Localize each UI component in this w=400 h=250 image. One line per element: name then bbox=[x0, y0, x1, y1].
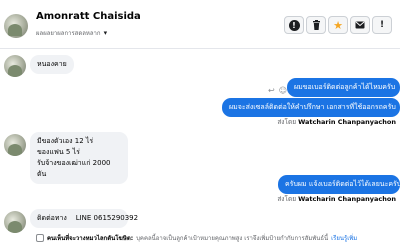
exclamation-icon: ! bbox=[379, 20, 385, 30]
info-icon: ! bbox=[288, 19, 300, 31]
envelope-icon bbox=[355, 21, 365, 29]
react-icon[interactable]: ☺ bbox=[279, 86, 287, 95]
lead-notice: คนเห็นที่จะวางหมวไลกตันโฆษิต: บุคคลนี้อา… bbox=[36, 232, 400, 244]
reply-icon[interactable]: ↩ bbox=[268, 86, 275, 95]
lead-notice-label: คนเห็นที่จะวางหมวไลกตันโฆษิต: bbox=[47, 235, 134, 242]
customer-avatar[interactable] bbox=[4, 55, 26, 77]
label-icon bbox=[36, 234, 44, 242]
mark-unread-button[interactable] bbox=[350, 16, 370, 34]
lead-notice-text: บุคคลนี้อาจเป็นลูกค้าเป้าหมายคุณภาพสูง เ… bbox=[136, 235, 329, 242]
report-button[interactable]: ! bbox=[372, 16, 392, 34]
customer-avatar[interactable] bbox=[4, 211, 26, 233]
contact-label-dropdown[interactable]: ผลผลยาผลการสดลหลาก ▾ bbox=[36, 28, 107, 38]
contact-avatar[interactable] bbox=[4, 14, 28, 38]
star-button[interactable]: ★ bbox=[328, 16, 348, 34]
incoming-message[interactable]: มีของตัวเอง 12 ไร่ ของแฟน 5 ไร่ รับจ้างข… bbox=[30, 132, 128, 184]
trash-icon bbox=[312, 20, 320, 30]
incoming-message[interactable]: หนองคาย bbox=[30, 55, 74, 74]
info-button[interactable]: ! bbox=[284, 16, 304, 34]
outgoing-message[interactable]: ผมจะส่งเซลล์ติดต่อให้คำปรึกษา เอกสารที่ใ… bbox=[222, 98, 400, 117]
customer-avatar[interactable] bbox=[4, 134, 26, 156]
message-actions: ↩ ☺ bbox=[268, 86, 287, 95]
contact-name[interactable]: Amonratt Chaisida bbox=[36, 11, 141, 22]
sent-by-label: ส่งโดย Watcharin Chanpanyachon bbox=[277, 118, 396, 126]
sender-name[interactable]: Watcharin Chanpanyachon bbox=[298, 118, 396, 126]
learn-more-link[interactable]: เรียนรู้เพิ่ม bbox=[331, 233, 357, 243]
sender-name[interactable]: Watcharin Chanpanyachon bbox=[298, 195, 396, 203]
incoming-message[interactable]: ติดต่อทาง LINE 0615290392 bbox=[30, 209, 138, 228]
contact-subtitle: ผลผลยาผลการสดลหลาก bbox=[36, 30, 101, 37]
conversation-header: Amonratt Chaisida ผลผลยาผลการสดลหลาก ▾ !… bbox=[0, 0, 400, 49]
outgoing-message[interactable]: ครับผม แจ้งเบอร์ติดต่อไว้ได้เลยนะครับ bbox=[278, 175, 400, 194]
delete-button[interactable] bbox=[306, 16, 326, 34]
star-icon: ★ bbox=[333, 18, 343, 32]
sent-by-label: ส่งโดย Watcharin Chanpanyachon bbox=[277, 195, 396, 203]
outgoing-message[interactable]: ผมขอเบอร์ติดต่อลูกค้าได้ไหมครับ bbox=[287, 78, 400, 97]
chevron-down-icon: ▾ bbox=[103, 29, 108, 37]
